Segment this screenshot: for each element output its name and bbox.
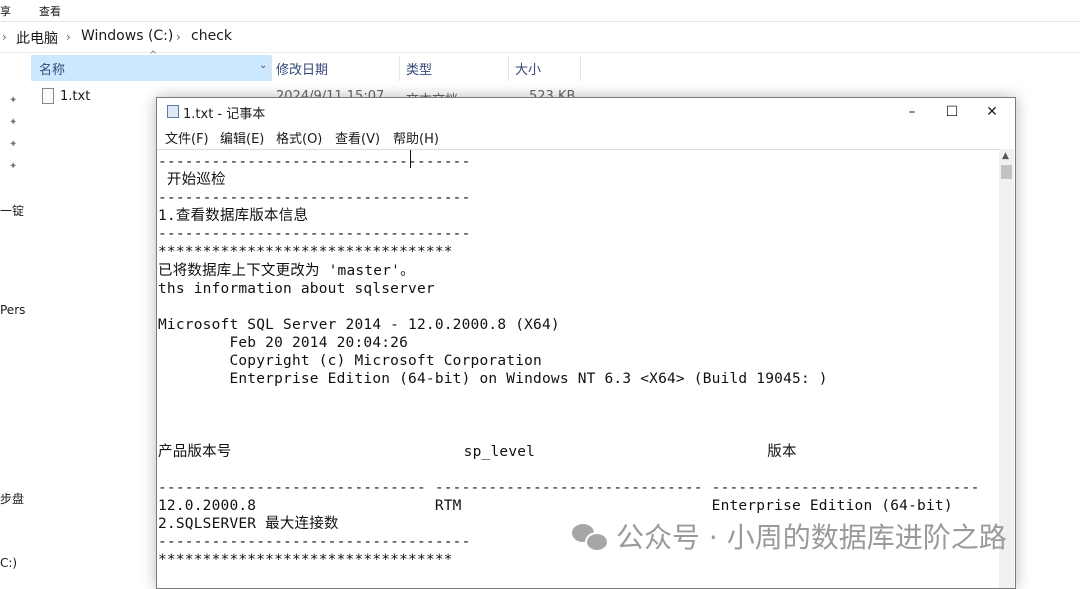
- sort-up-icon: ^: [149, 50, 158, 61]
- chevron-right-icon: ›: [176, 30, 181, 44]
- breadcrumb[interactable]: › 此电脑 › Windows (C:) › check: [0, 26, 1080, 48]
- breadcrumb-folder[interactable]: check: [191, 28, 232, 44]
- pin-icon[interactable]: ✦: [9, 117, 17, 128]
- chevron-down-icon[interactable]: ⌄: [259, 60, 267, 71]
- divider: [0, 21, 1080, 22]
- column-divider[interactable]: [580, 56, 581, 81]
- ribbon-tab-view[interactable]: 查看: [39, 3, 61, 19]
- navigation-pane: ✦ ✦ ✦ ✦ 一锭 Pers 步盘 C:): [0, 53, 25, 578]
- pin-icon[interactable]: ✦: [9, 95, 17, 106]
- column-header-date[interactable]: 修改日期: [268, 55, 398, 81]
- nav-item-c-drive[interactable]: C:): [0, 556, 17, 570]
- ribbon-tab-share[interactable]: 享: [0, 3, 11, 19]
- column-header-size-label: 大小: [515, 62, 542, 78]
- column-header-name-label: 名称: [39, 62, 66, 78]
- menu-bar: 文件(F) 编辑(E) 格式(O) 查看(V) 帮助(H): [157, 126, 1015, 148]
- close-icon: ✕: [986, 104, 998, 120]
- notepad-icon: [167, 105, 179, 118]
- menu-format[interactable]: 格式(O): [276, 128, 322, 147]
- ribbon-tabs: 享 查看: [0, 0, 1080, 20]
- menu-file[interactable]: 文件(F): [165, 128, 209, 147]
- breadcrumb-drive[interactable]: Windows (C:): [81, 28, 173, 44]
- column-header-name[interactable]: 名称 ^ ⌄: [31, 50, 271, 81]
- menu-edit[interactable]: 编辑(E): [220, 128, 264, 147]
- minimize-button[interactable]: –: [892, 98, 932, 126]
- pin-icon[interactable]: ✦: [9, 161, 17, 172]
- chevron-right-icon: ›: [66, 30, 71, 44]
- column-header-type[interactable]: 类型: [398, 55, 508, 81]
- watermark-text: 公众号 · 小周的数据库进阶之路: [616, 521, 1007, 554]
- scroll-up-icon[interactable]: ▲: [1002, 151, 1009, 161]
- document-content[interactable]: ----------------------------------- 开始巡检…: [158, 153, 980, 569]
- pin-icon[interactable]: ✦: [9, 139, 17, 150]
- nav-item-personal[interactable]: Pers: [0, 303, 25, 317]
- menu-view[interactable]: 查看(V): [335, 128, 380, 147]
- column-header-size[interactable]: 大小: [507, 55, 581, 81]
- minimize-icon: –: [908, 104, 916, 120]
- file-name: 1.txt: [60, 89, 91, 104]
- chevron-right-icon: ›: [2, 30, 7, 44]
- text-file-icon: [42, 88, 54, 104]
- wechat-icon: [572, 522, 609, 552]
- text-caret: [410, 150, 411, 168]
- maximize-button[interactable]: ☐: [932, 98, 972, 126]
- title-bar[interactable]: 1.txt - 记事本 – ☐ ✕: [157, 98, 1015, 126]
- maximize-icon: ☐: [945, 104, 959, 120]
- nav-item-onedrive[interactable]: 一锭: [0, 202, 24, 219]
- scroll-thumb[interactable]: [1001, 165, 1012, 179]
- watermark: 公众号 · 小周的数据库进阶之路: [572, 516, 1007, 556]
- breadcrumb-this-pc[interactable]: 此电脑: [16, 28, 58, 48]
- window-title: 1.txt - 记事本: [183, 107, 266, 122]
- column-header-type-label: 类型: [406, 62, 433, 78]
- nav-item-sync-disk[interactable]: 步盘: [0, 490, 24, 507]
- divider: [0, 52, 1080, 53]
- menu-help[interactable]: 帮助(H): [393, 128, 439, 147]
- column-header-date-label: 修改日期: [276, 62, 329, 78]
- close-button[interactable]: ✕: [972, 98, 1012, 126]
